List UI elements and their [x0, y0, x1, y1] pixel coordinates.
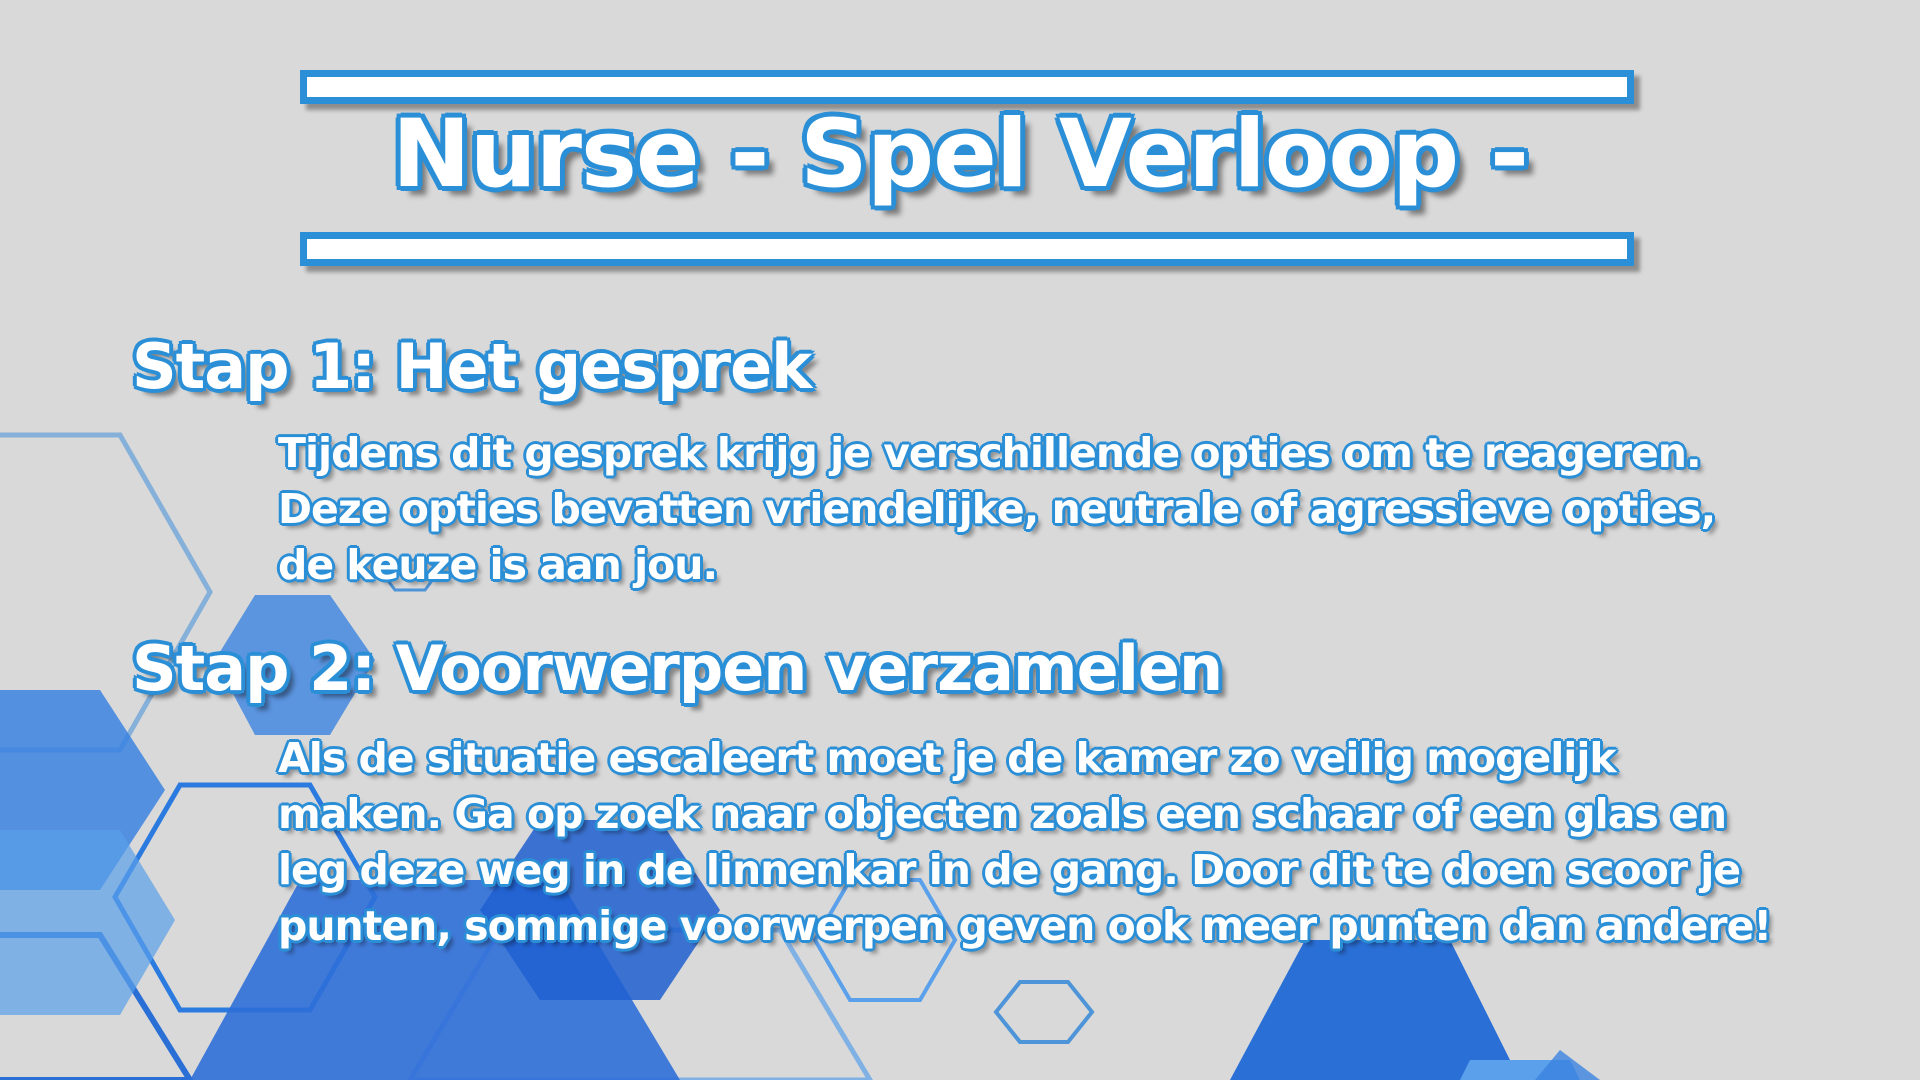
hex-fill	[0, 830, 175, 1015]
hex-outline	[993, 980, 1095, 1044]
step-1-description: Tijdens dit gesprek krijg je verschillen…	[278, 425, 1898, 593]
title-bar-bottom	[300, 232, 1634, 266]
step-2-line: Als de situatie escaleert moet je de kam…	[278, 734, 1617, 782]
page-title: Nurse - Spel Verloop -	[392, 100, 1529, 209]
title-bar-top	[300, 70, 1634, 104]
step-2-heading: Stap 2: Voorwerpen verzamelen	[132, 632, 1223, 705]
step-1-line: Deze opties bevatten vriendelijke, neutr…	[278, 485, 1716, 533]
step-1-heading: Stap 1: Het gesprek	[132, 330, 812, 403]
hex-fill	[1230, 940, 1520, 1080]
step-1-line: de keuze is aan jou.	[278, 541, 718, 589]
step-1-line: Tijdens dit gesprek krijg je verschillen…	[278, 429, 1702, 477]
step-2-description: Als de situatie escaleert moet je de kam…	[278, 730, 1898, 954]
step-2-line: punten, sommige voorwerpen geven ook mee…	[278, 902, 1772, 950]
step-2-line: leg deze weg in de linnenkar in de gang.…	[278, 846, 1741, 894]
step-2-line: maken. Ga op zoek naar objecten zoals ee…	[278, 790, 1727, 838]
